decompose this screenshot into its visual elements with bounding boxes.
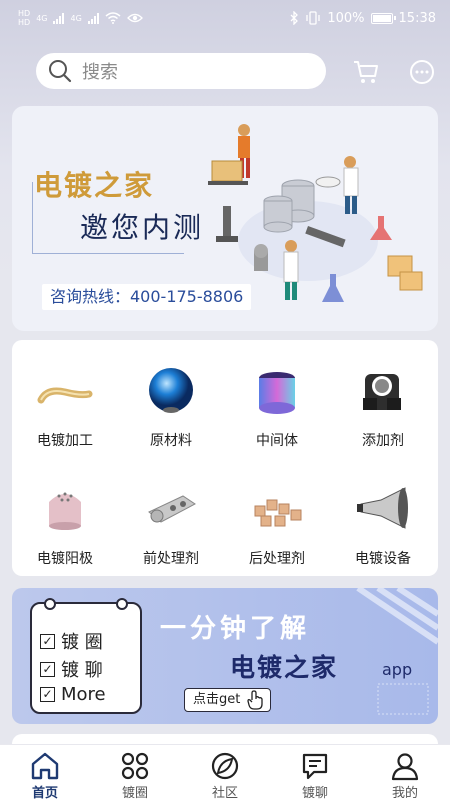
home-icon [31,752,59,780]
category-item[interactable]: 电镀加工 [12,346,118,456]
promo-brand-suffix: app [382,660,413,679]
handle-icon [37,387,93,404]
eye-icon [126,13,143,23]
checklist-item: ✓ 镀 聊 [40,656,103,682]
chat-icon [302,753,328,780]
signal-icon [87,12,99,24]
category-label: 添加剂 [362,433,404,449]
wifi-icon [105,12,121,24]
search-placeholder: 搜索 [82,62,118,83]
status-bar: HD HD 4G 4G 100% 15:38 [0,0,450,36]
nav-label: 首页 [31,786,58,800]
category-label: 电镀设备 [355,551,411,567]
promo-headline: 一分钟了解 [160,614,311,644]
category-item[interactable]: 电镀阳极 [12,464,118,574]
sim-indicators: HD HD [18,9,30,27]
bluetooth-icon [290,11,299,25]
hand-pointer-icon [247,690,264,710]
user-icon [391,753,419,781]
checklist-label: More [61,684,106,705]
cart-icon[interactable] [352,58,380,86]
promo-stripes [356,588,438,715]
nav-label: 我的 [391,786,418,800]
checklist-label: 镀 聊 [61,660,103,681]
battery-percent: 100% [327,10,365,26]
battery-icon [370,12,396,24]
nav-chat[interactable]: 镀聊 [270,745,360,800]
category-grid: 电镀加工 原材料 中间体 添加剂 电镀阳极 前处理剂 后处理剂 电镀设备 [12,340,438,576]
checkbox-icon: ✓ [40,687,55,702]
category-label: 电镀阳极 [37,551,93,567]
checkbox-icon: ✓ [40,633,55,649]
get-button-label: 点击get [193,692,241,707]
promo-brand: 电镀之家 [230,653,339,682]
category-label: 后处理剂 [249,551,305,567]
status-left: HD HD 4G 4G [18,9,143,27]
signal-icon [53,12,65,24]
search-icon [49,60,72,83]
category-item[interactable]: 后处理剂 [224,464,330,574]
grid-icon [121,752,149,780]
nav-home[interactable]: 首页 [0,745,90,800]
nav-label: 镀圈 [121,786,148,800]
category-label: 中间体 [256,433,298,449]
nav-community[interactable]: 社区 [180,745,270,800]
promo-banner[interactable]: ✓ 镀 圈 ✓ 镀 聊 ✓ More 一分钟了解 电镀之家 app 点击get [12,588,438,724]
checklist-label: 镀 圈 [61,632,103,653]
ring-icon [259,372,295,414]
nav-profile[interactable]: 我的 [360,745,450,800]
hinge-icon [148,495,196,523]
category-label: 前处理剂 [143,551,199,567]
category-item[interactable]: 原材料 [118,346,224,456]
category-item[interactable]: 前处理剂 [118,464,224,574]
horn-icon [357,487,408,529]
sim2-hd: HD [18,18,31,27]
clamp-icon [363,374,401,410]
parts-icon [254,499,302,527]
category-item[interactable]: 中间体 [224,346,330,456]
checkbox-icon: ✓ [40,661,55,677]
checklist-item: ✓ More [40,684,106,705]
feature-checklist: ✓ 镀 圈 ✓ 镀 聊 ✓ More [30,598,142,714]
category-label: 原材料 [150,433,192,449]
bottom-navigation: 首页 镀圈 社区 镀聊 我的 [0,744,450,800]
anode-icon [49,492,81,530]
status-right: 100% 15:38 [289,11,436,26]
binder-ring-icon [44,598,128,610]
network-type-2: 4G [70,13,82,23]
get-button[interactable]: 点击get [184,688,272,712]
clock: 15:38 [398,10,436,26]
search-input[interactable]: 搜索 [36,53,326,89]
sim1-hd: HD [18,9,31,18]
checklist-item: ✓ 镀 圈 [40,628,103,654]
banner-subtitle: 邀您内测 [80,211,205,244]
blue-disc-icon [149,368,193,413]
lab-illustration [208,124,423,302]
nav-label: 镀聊 [301,786,328,800]
network-type-1: 4G [36,13,48,23]
nav-label: 社区 [211,786,238,800]
category-label: 电镀加工 [37,433,93,449]
nav-circle[interactable]: 镀圈 [90,745,180,800]
category-item[interactable]: 电镀设备 [330,464,436,574]
hero-banner[interactable]: 电镀之家 邀您内测 咨询热线：400-175-8806 [12,106,438,331]
vibrate-icon [306,11,321,25]
leaf-icon [211,752,239,780]
banner-title: 电镀之家 [34,169,155,202]
category-item[interactable]: 添加剂 [330,346,436,456]
message-icon[interactable] [408,58,436,86]
